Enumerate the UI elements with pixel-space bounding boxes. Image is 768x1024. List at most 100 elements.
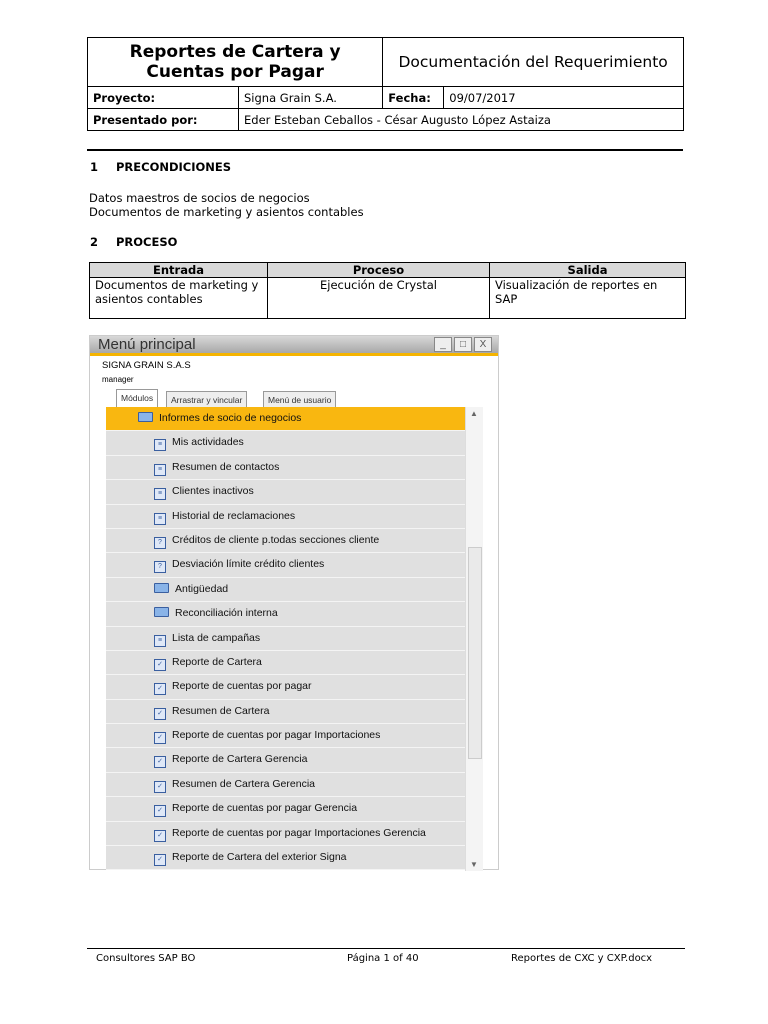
precondition-line: Documentos de marketing y asientos conta… (89, 205, 364, 219)
menu-item-label: Resumen de contactos (172, 460, 280, 473)
tab-arrastrar-vincular[interactable]: Arrastrar y vincular (166, 391, 248, 408)
menu-item[interactable]: ≡ Clientes inactivos (106, 480, 465, 505)
section-number: 2 (90, 235, 99, 249)
presented-value: Eder Esteban Ceballos - César Augusto Ló… (238, 108, 684, 131)
doc-icon: ≡ (154, 634, 166, 647)
tab-menu-usuario[interactable]: Menú de usuario (263, 391, 337, 408)
menu-item-label: Reconciliación interna (175, 607, 278, 620)
crystal-icon: ✓ (154, 805, 166, 818)
scrollbar-thumb[interactable] (468, 547, 482, 759)
menu-item-label: Resumen de Cartera Gerencia (172, 777, 315, 790)
menu-item-label: Mis actividades (172, 436, 244, 449)
menu-item[interactable]: ≡ Lista de campañas (106, 626, 465, 651)
menu-item-label: Reporte de Cartera (172, 655, 262, 668)
scrollbar[interactable]: ▲ ▼ (465, 407, 483, 871)
crystal-icon: ✓ (154, 732, 166, 745)
scroll-down-icon[interactable]: ▼ (470, 860, 478, 869)
folder-open-icon (138, 412, 153, 422)
divider (87, 149, 683, 151)
title-bar: Menú principal _ □ X (90, 336, 498, 356)
menu-item-label: Reporte de cuentas por pagar Gerencia (172, 802, 358, 815)
scroll-up-icon[interactable]: ▲ (470, 409, 478, 418)
menu-item-label: Créditos de cliente p.todas secciones cl… (172, 533, 380, 546)
minimize-icon[interactable]: _ (434, 337, 452, 352)
document-subtitle: Documentación del Requerimiento (382, 37, 684, 87)
menu-item[interactable]: ≡ Resumen de contactos (106, 455, 465, 481)
process-cell: Ejecución de Crystal (267, 277, 490, 319)
output-cell: Visualización de reportes en SAP (489, 277, 686, 319)
footer-page: Página 1 of 40 (347, 953, 419, 964)
section-number: 1 (90, 160, 99, 174)
doc-icon: ≡ (154, 488, 166, 501)
menu-item[interactable]: ✓ Reporte de cuentas por pagar Importacio… (106, 724, 465, 749)
presented-label: Presentado por: (87, 108, 239, 131)
doc-icon: ≡ (154, 512, 166, 525)
menu-item[interactable]: ✓ Reporte de cuentas por pagar (106, 675, 465, 700)
column-header: Salida (489, 262, 686, 278)
folder-icon (154, 582, 169, 593)
precondition-line: Datos maestros de socios de negocios (89, 191, 310, 205)
menu-item-label: Historial de reclamaciones (172, 509, 296, 522)
section-heading-2: 2 PROCESO (90, 235, 177, 249)
menu-tree: Informes de socio de negocios ≡ Mis activ… (106, 407, 465, 871)
footer-filename: Reportes de CXC y CXP.docx (511, 953, 653, 964)
menu-item-label: Reporte de cuentas por pagar Importacion… (172, 729, 381, 742)
menu-item-label: Reporte de cuentas por pagar (172, 680, 312, 693)
menu-item-label: Reporte de Cartera del exterior Signa (172, 851, 347, 864)
project-value: Signa Grain S.A. (237, 86, 384, 109)
menu-item[interactable]: ? Créditos de cliente p.todas secciones c… (106, 528, 465, 554)
menu-item[interactable]: ≡ Mis actividades (106, 431, 465, 456)
doc-icon: ≡ (154, 463, 166, 476)
menu-item[interactable]: ≡ Historial de reclamaciones (106, 504, 465, 529)
column-header: Entrada (89, 262, 268, 278)
crystal-icon: ✓ (154, 707, 166, 720)
footer-divider (87, 948, 685, 949)
folder-item-selected[interactable]: Informes de socio de negocios (106, 407, 465, 432)
document-header-table: Reportes de Cartera y Cuentas por Pagar D… (86, 37, 684, 131)
window-title: Menú principal (98, 336, 196, 353)
menu-item[interactable]: ✓ Reporte de Cartera Gerencia (106, 748, 465, 773)
menu-item-label: Resumen de Cartera (172, 704, 270, 717)
user-name: manager (102, 375, 134, 384)
menu-item[interactable]: ✓ Reporte de Cartera (106, 650, 465, 676)
menu-item-label: Clientes inactivos (172, 485, 254, 498)
tab-modulos[interactable]: Módulos (116, 389, 159, 408)
footer-left: Consultores SAP BO (96, 953, 196, 964)
menu-item-label: Desviación límite crédito clientes (172, 558, 325, 571)
query-icon: ? (154, 536, 166, 549)
menu-item[interactable]: ✓ Resumen de Cartera Gerencia (106, 772, 465, 798)
menu-item[interactable]: ✓ Reporte de cuentas por pagar Importacio… (106, 821, 465, 847)
crystal-icon: ✓ (154, 829, 166, 842)
menu-item[interactable]: ✓ Resumen de Cartera (106, 699, 465, 725)
menu-item-label: Antigüedad (175, 582, 229, 595)
section-title: PRECONDICIONES (116, 160, 232, 174)
menu-item[interactable]: ✓ Reporte de cuentas por pagar Gerencia (106, 797, 465, 822)
company-name: SIGNA GRAIN S.A.S (102, 360, 191, 371)
crystal-icon: ✓ (154, 658, 166, 671)
close-icon[interactable]: X (474, 337, 492, 352)
menu-item[interactable]: ? Desviación límite crédito clientes (106, 553, 465, 578)
menu-item-label: Lista de campañas (172, 631, 261, 644)
query-icon: ? (154, 561, 166, 574)
menu-item[interactable]: Reconciliación interna (106, 602, 465, 627)
folder-icon (154, 607, 169, 618)
folder-label: Informes de socio de negocios (159, 412, 302, 424)
menu-item-label: Reporte de cuentas por pagar Importacion… (172, 826, 426, 839)
sap-main-menu-screenshot: Menú principal _ □ X SIGNA GRAIN S.A.S m… (89, 335, 499, 871)
document-title: Reportes de Cartera y Cuentas por Pagar (86, 37, 384, 87)
project-label: Proyecto: (87, 86, 239, 109)
crystal-icon: ✓ (154, 780, 166, 793)
menu-item-label: Reporte de Cartera Gerencia (172, 753, 308, 766)
doc-icon: ≡ (154, 439, 166, 452)
menu-item[interactable]: Antigüedad (106, 577, 465, 603)
process-table: Entrada Proceso Salida Documentos de marke… (89, 262, 686, 319)
column-header: Proceso (267, 262, 490, 278)
crystal-icon: ✓ (154, 683, 166, 696)
date-label: Fecha: (382, 86, 445, 109)
section-title: PROCESO (116, 235, 178, 249)
menu-item[interactable]: ✓ Reporte de Cartera del exterior Signa (106, 846, 465, 871)
preconditions-text: Datos maestros de socios de negocios Doc… (89, 191, 364, 219)
date-value: 09/07/2017 (443, 86, 684, 109)
section-heading-1: 1 PRECONDICIONES (90, 160, 231, 174)
maximize-icon[interactable]: □ (454, 337, 472, 352)
